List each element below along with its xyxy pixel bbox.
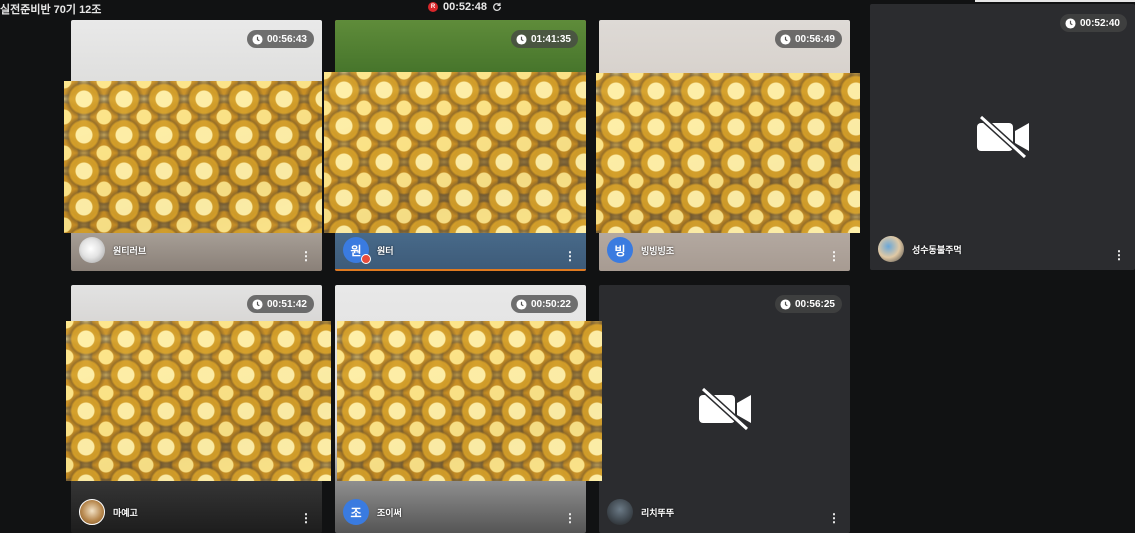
participant-timer: 00:50:22 [510, 295, 578, 313]
top-right-divider [975, 0, 1135, 2]
avatar [607, 499, 633, 525]
more-options-icon[interactable]: ⋮ [564, 512, 576, 524]
camera-off-icon [976, 115, 1029, 159]
participant-name: 원티러브 [113, 245, 147, 256]
camera-off-icon [698, 387, 751, 431]
participant-name: 성수동불주먹 [912, 244, 962, 255]
rose-bouquet-image [596, 73, 860, 233]
clock-icon [516, 298, 527, 310]
rose-bouquet-image [337, 321, 602, 481]
clock-icon [516, 33, 527, 45]
participant-timer: 00:52:40 [1059, 14, 1127, 32]
timer-text: 00:56:25 [794, 298, 835, 310]
participant-timer: 00:51:42 [246, 295, 314, 313]
participant-namebar: 마예고 [79, 499, 138, 525]
avatar: 빙 [607, 237, 633, 263]
participant-timer: 00:56:43 [246, 30, 314, 48]
clock-icon [252, 298, 263, 310]
session-timer: 00:52:48 [443, 1, 488, 13]
avatar-letter: 원 [350, 243, 362, 258]
record-dot-icon: R [428, 2, 438, 12]
timer-text: 00:50:22 [530, 298, 571, 310]
participant-namebar: 빙 빙빙빙조 [607, 237, 674, 263]
participant-tile[interactable]: 00:56:25 리치뚜뚜 ⋮ [599, 285, 850, 533]
participant-namebar: 조 조이써 [343, 499, 402, 525]
rose-bouquet-image [324, 72, 586, 233]
meeting-title: 실전준비반 70기 12조 [0, 4, 102, 16]
timer-text: 00:51:42 [266, 298, 307, 310]
participant-name: 리치뚜뚜 [641, 507, 675, 518]
refresh-icon[interactable] [492, 2, 502, 12]
more-options-icon[interactable]: ⋮ [300, 250, 312, 262]
more-options-icon[interactable]: ⋮ [828, 250, 840, 262]
clock-icon [252, 33, 263, 45]
rose-bouquet-image [64, 81, 322, 233]
participant-name: 조이써 [377, 507, 402, 518]
more-options-icon[interactable]: ⋮ [564, 250, 576, 262]
participant-namebar: 성수동불주먹 [878, 236, 962, 262]
session-clock: R 00:52:48 [428, 1, 502, 13]
more-options-icon[interactable]: ⋮ [1113, 249, 1125, 261]
more-options-icon[interactable]: ⋮ [300, 512, 312, 524]
timer-text: 00:56:49 [794, 33, 835, 45]
participant-timer: 00:56:25 [774, 295, 842, 313]
avatar [79, 499, 105, 525]
rose-bouquet-image [66, 321, 331, 481]
clock-icon [780, 33, 791, 45]
timer-text: 01:41:35 [530, 33, 571, 45]
timer-text: 00:52:40 [1079, 17, 1120, 29]
avatar [79, 237, 105, 263]
participant-name: 빙빙빙조 [641, 245, 675, 256]
clock-icon [1065, 17, 1076, 29]
clock-icon [780, 298, 791, 310]
timer-text: 00:56:43 [266, 33, 307, 45]
avatar-letter: 빙 [614, 243, 626, 258]
avatar [878, 236, 904, 262]
avatar: 원 [343, 237, 371, 264]
avatar: 조 [343, 499, 369, 525]
participant-tile[interactable]: 00:52:40 성수동불주먹 ⋮ [870, 4, 1135, 270]
participant-timer: 01:41:35 [510, 30, 578, 48]
participant-name: 마예고 [113, 507, 138, 518]
participant-name: 원터 [377, 245, 394, 256]
host-badge-icon [361, 254, 371, 264]
participant-namebar: 리치뚜뚜 [607, 499, 674, 525]
avatar-letter: 조 [350, 505, 362, 520]
participant-namebar: 원 원터 [343, 237, 394, 264]
more-options-icon[interactable]: ⋮ [828, 512, 840, 524]
participant-namebar: 원티러브 [79, 237, 146, 263]
participant-timer: 00:56:49 [774, 30, 842, 48]
